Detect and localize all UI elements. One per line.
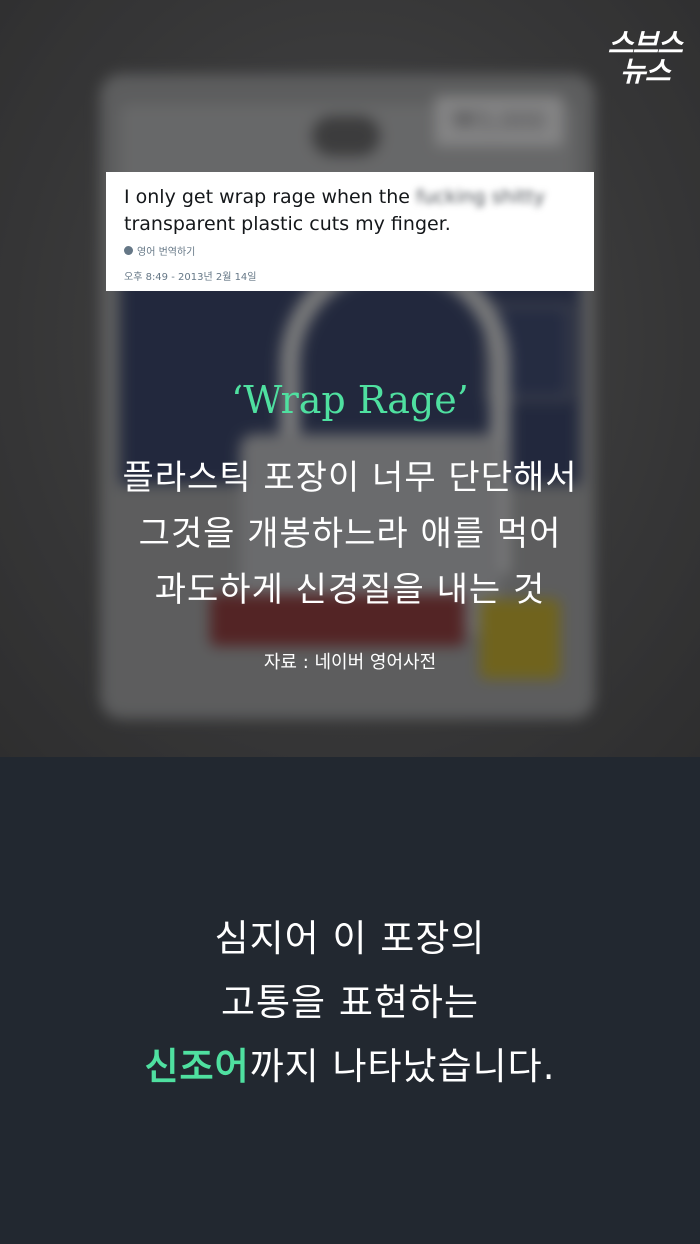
- news-card-page: ₩3,000 스브스 뉴스 I only get wrap rage when …: [0, 0, 700, 1244]
- bottom-panel: 심지어 이 포장의 고통을 표현하는 신조어까지 나타났습니다.: [0, 757, 700, 1244]
- sbs-news-logo: 스브스 뉴스: [607, 27, 683, 88]
- censored-words: fucking shitty: [416, 186, 545, 208]
- highlight-word: 신조어: [144, 1045, 250, 1088]
- source-credit: 자료 : 네이버 영어사전: [263, 652, 437, 673]
- translate-link[interactable]: 영어 번역하기: [124, 243, 576, 258]
- headline-term: ‘Wrap Rage’: [231, 378, 469, 422]
- term-definition: 플라스틱 포장이 너무 단단해서 그것을 개봉하느라 애를 먹어 과도하게 신경…: [122, 458, 578, 610]
- tweet-timestamp: 오후 8:49 - 2013년 2월 14일: [124, 272, 257, 283]
- globe-icon: [124, 246, 133, 255]
- caption-message: 심지어 이 포장의 고통을 표현하는 신조어까지 나타났습니다.: [144, 917, 556, 1088]
- tweet-text: I only get wrap rage when the fucking sh…: [124, 186, 545, 235]
- tweet-screenshot: I only get wrap rage when the fucking sh…: [106, 172, 594, 291]
